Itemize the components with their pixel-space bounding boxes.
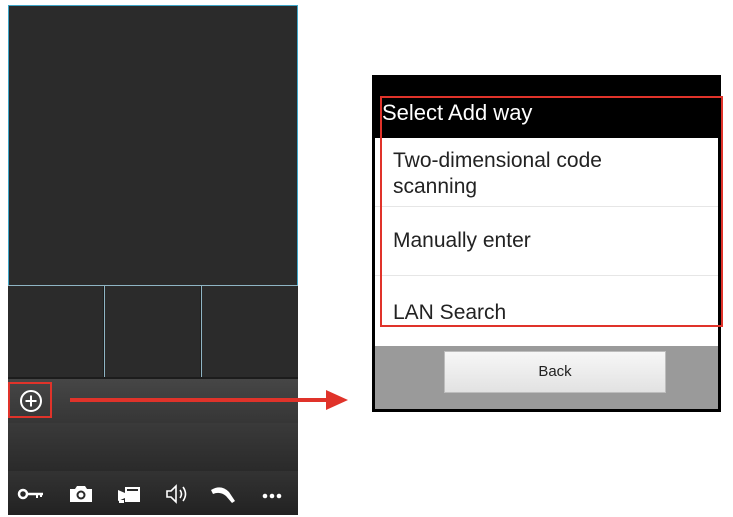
video-camera-icon (118, 487, 140, 503)
key-button[interactable] (16, 479, 46, 509)
audio-button[interactable] (161, 479, 191, 509)
talk-button[interactable] (208, 479, 238, 509)
options-highlight (380, 96, 723, 327)
grid-divider (8, 285, 298, 286)
grid-divider (201, 286, 202, 377)
snapshot-button[interactable] (66, 479, 96, 509)
camera-icon (70, 486, 92, 502)
more-icon (262, 493, 282, 499)
phone-app (8, 5, 298, 515)
main-video-view[interactable] (8, 5, 298, 286)
dialog-footer: Back (375, 346, 718, 409)
status-bar (8, 423, 298, 471)
record-button[interactable] (114, 479, 144, 509)
callout-arrow-line (70, 398, 328, 402)
back-button[interactable]: Back (444, 351, 666, 393)
video-view-4[interactable] (202, 286, 298, 377)
phone-icon (211, 487, 235, 503)
video-view-2[interactable] (8, 286, 103, 377)
arrow-right-icon (326, 390, 348, 410)
speaker-icon (166, 484, 187, 504)
key-icon (17, 488, 43, 500)
bottom-toolbar (8, 471, 298, 515)
video-view-3[interactable] (105, 286, 200, 377)
more-button[interactable] (258, 479, 288, 509)
grid-divider (104, 286, 105, 377)
add-button-highlight (8, 382, 52, 418)
